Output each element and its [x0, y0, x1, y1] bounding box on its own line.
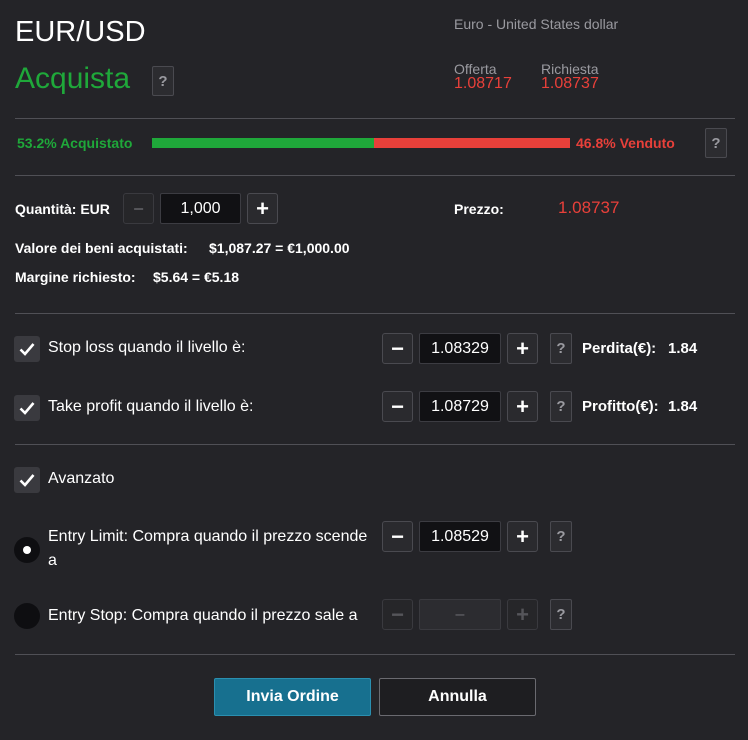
- stop-loss-checkbox[interactable]: [14, 336, 40, 362]
- checkmark-icon: [19, 402, 35, 415]
- help-icon: ?: [556, 606, 566, 623]
- divider: [15, 118, 735, 119]
- radio-selected-dot: [23, 546, 31, 554]
- take-profit-help-button[interactable]: ?: [550, 391, 572, 422]
- take-profit-label: Take profit quando il livello è:: [48, 398, 254, 415]
- entry-stop-help-button[interactable]: ?: [550, 599, 572, 630]
- entry-limit-help-button[interactable]: ?: [550, 521, 572, 552]
- cancel-button[interactable]: Annulla: [379, 678, 536, 716]
- help-icon: ?: [711, 134, 721, 152]
- divider: [15, 444, 735, 445]
- advanced-label: Avanzato: [48, 470, 115, 487]
- bid-value: 1.08717: [454, 75, 512, 92]
- order-action-title: Acquista: [15, 62, 131, 95]
- entry-limit-label-continued: a: [48, 552, 57, 569]
- divider: [15, 313, 735, 314]
- take-profit-plus-button[interactable]: +: [507, 391, 538, 422]
- profit-value: 1.84: [668, 398, 698, 415]
- help-icon: ?: [556, 398, 566, 415]
- help-icon: ?: [158, 72, 168, 90]
- entry-limit-input[interactable]: 1.08529: [419, 521, 501, 552]
- price-value: 1.08737: [558, 198, 620, 217]
- checkmark-icon: [19, 343, 35, 356]
- entry-stop-input[interactable]: –: [419, 599, 501, 630]
- take-profit-input[interactable]: 1.08729: [419, 391, 501, 422]
- stop-loss-input[interactable]: 1.08329: [419, 333, 501, 364]
- bought-percent-label: 53.2% Acquistato: [17, 135, 133, 151]
- checkmark-icon: [19, 474, 35, 487]
- margin-label: Margine richiesto:: [15, 269, 136, 285]
- entry-stop-label: Entry Stop: Compra quando il prezzo sale…: [48, 607, 358, 624]
- entry-limit-minus-button[interactable]: −: [382, 521, 413, 552]
- quantity-minus-button[interactable]: −: [123, 193, 154, 224]
- entry-limit-label: Entry Limit: Compra quando il prezzo sce…: [48, 528, 368, 545]
- symbol-title: EUR/USD: [15, 16, 146, 48]
- quantity-plus-button[interactable]: +: [247, 193, 278, 224]
- entry-limit-radio[interactable]: [14, 537, 40, 563]
- stop-loss-minus-button[interactable]: −: [382, 333, 413, 364]
- assets-value-label: Valore dei beni acquistati:: [15, 240, 188, 256]
- loss-label: Perdita(€):: [582, 340, 657, 357]
- stop-loss-label: Stop loss quando il livello è:: [48, 339, 246, 356]
- margin-value: $5.64 = €5.18: [153, 269, 240, 285]
- entry-stop-minus-button[interactable]: −: [382, 599, 413, 630]
- assets-value: $1,087.27 = €1,000.00: [209, 240, 350, 256]
- action-help-button[interactable]: ?: [152, 66, 174, 96]
- take-profit-checkbox[interactable]: [14, 395, 40, 421]
- quantity-input[interactable]: 1,000: [160, 193, 241, 224]
- sentiment-bar: [152, 138, 570, 148]
- sold-percent-label: 46.8% Venduto: [576, 135, 675, 151]
- submit-order-button[interactable]: Invia Ordine: [214, 678, 371, 716]
- help-icon: ?: [556, 528, 566, 545]
- take-profit-minus-button[interactable]: −: [382, 391, 413, 422]
- advanced-checkbox[interactable]: [14, 467, 40, 493]
- divider: [15, 654, 735, 655]
- entry-stop-radio[interactable]: [14, 603, 40, 629]
- symbol-description: Euro - United States dollar: [454, 16, 619, 32]
- entry-limit-plus-button[interactable]: +: [507, 521, 538, 552]
- stop-loss-plus-button[interactable]: +: [507, 333, 538, 364]
- ask-value: 1.08737: [541, 75, 599, 92]
- price-label: Prezzo:: [454, 201, 504, 217]
- sentiment-help-button[interactable]: ?: [705, 128, 727, 158]
- stop-loss-help-button[interactable]: ?: [550, 333, 572, 364]
- divider: [15, 175, 735, 176]
- entry-stop-plus-button[interactable]: +: [507, 599, 538, 630]
- help-icon: ?: [556, 340, 566, 357]
- sentiment-bar-bought: [152, 138, 375, 148]
- quantity-label: Quantità: EUR: [15, 201, 110, 217]
- profit-label: Profitto(€):: [582, 398, 659, 415]
- loss-value: 1.84: [668, 340, 698, 357]
